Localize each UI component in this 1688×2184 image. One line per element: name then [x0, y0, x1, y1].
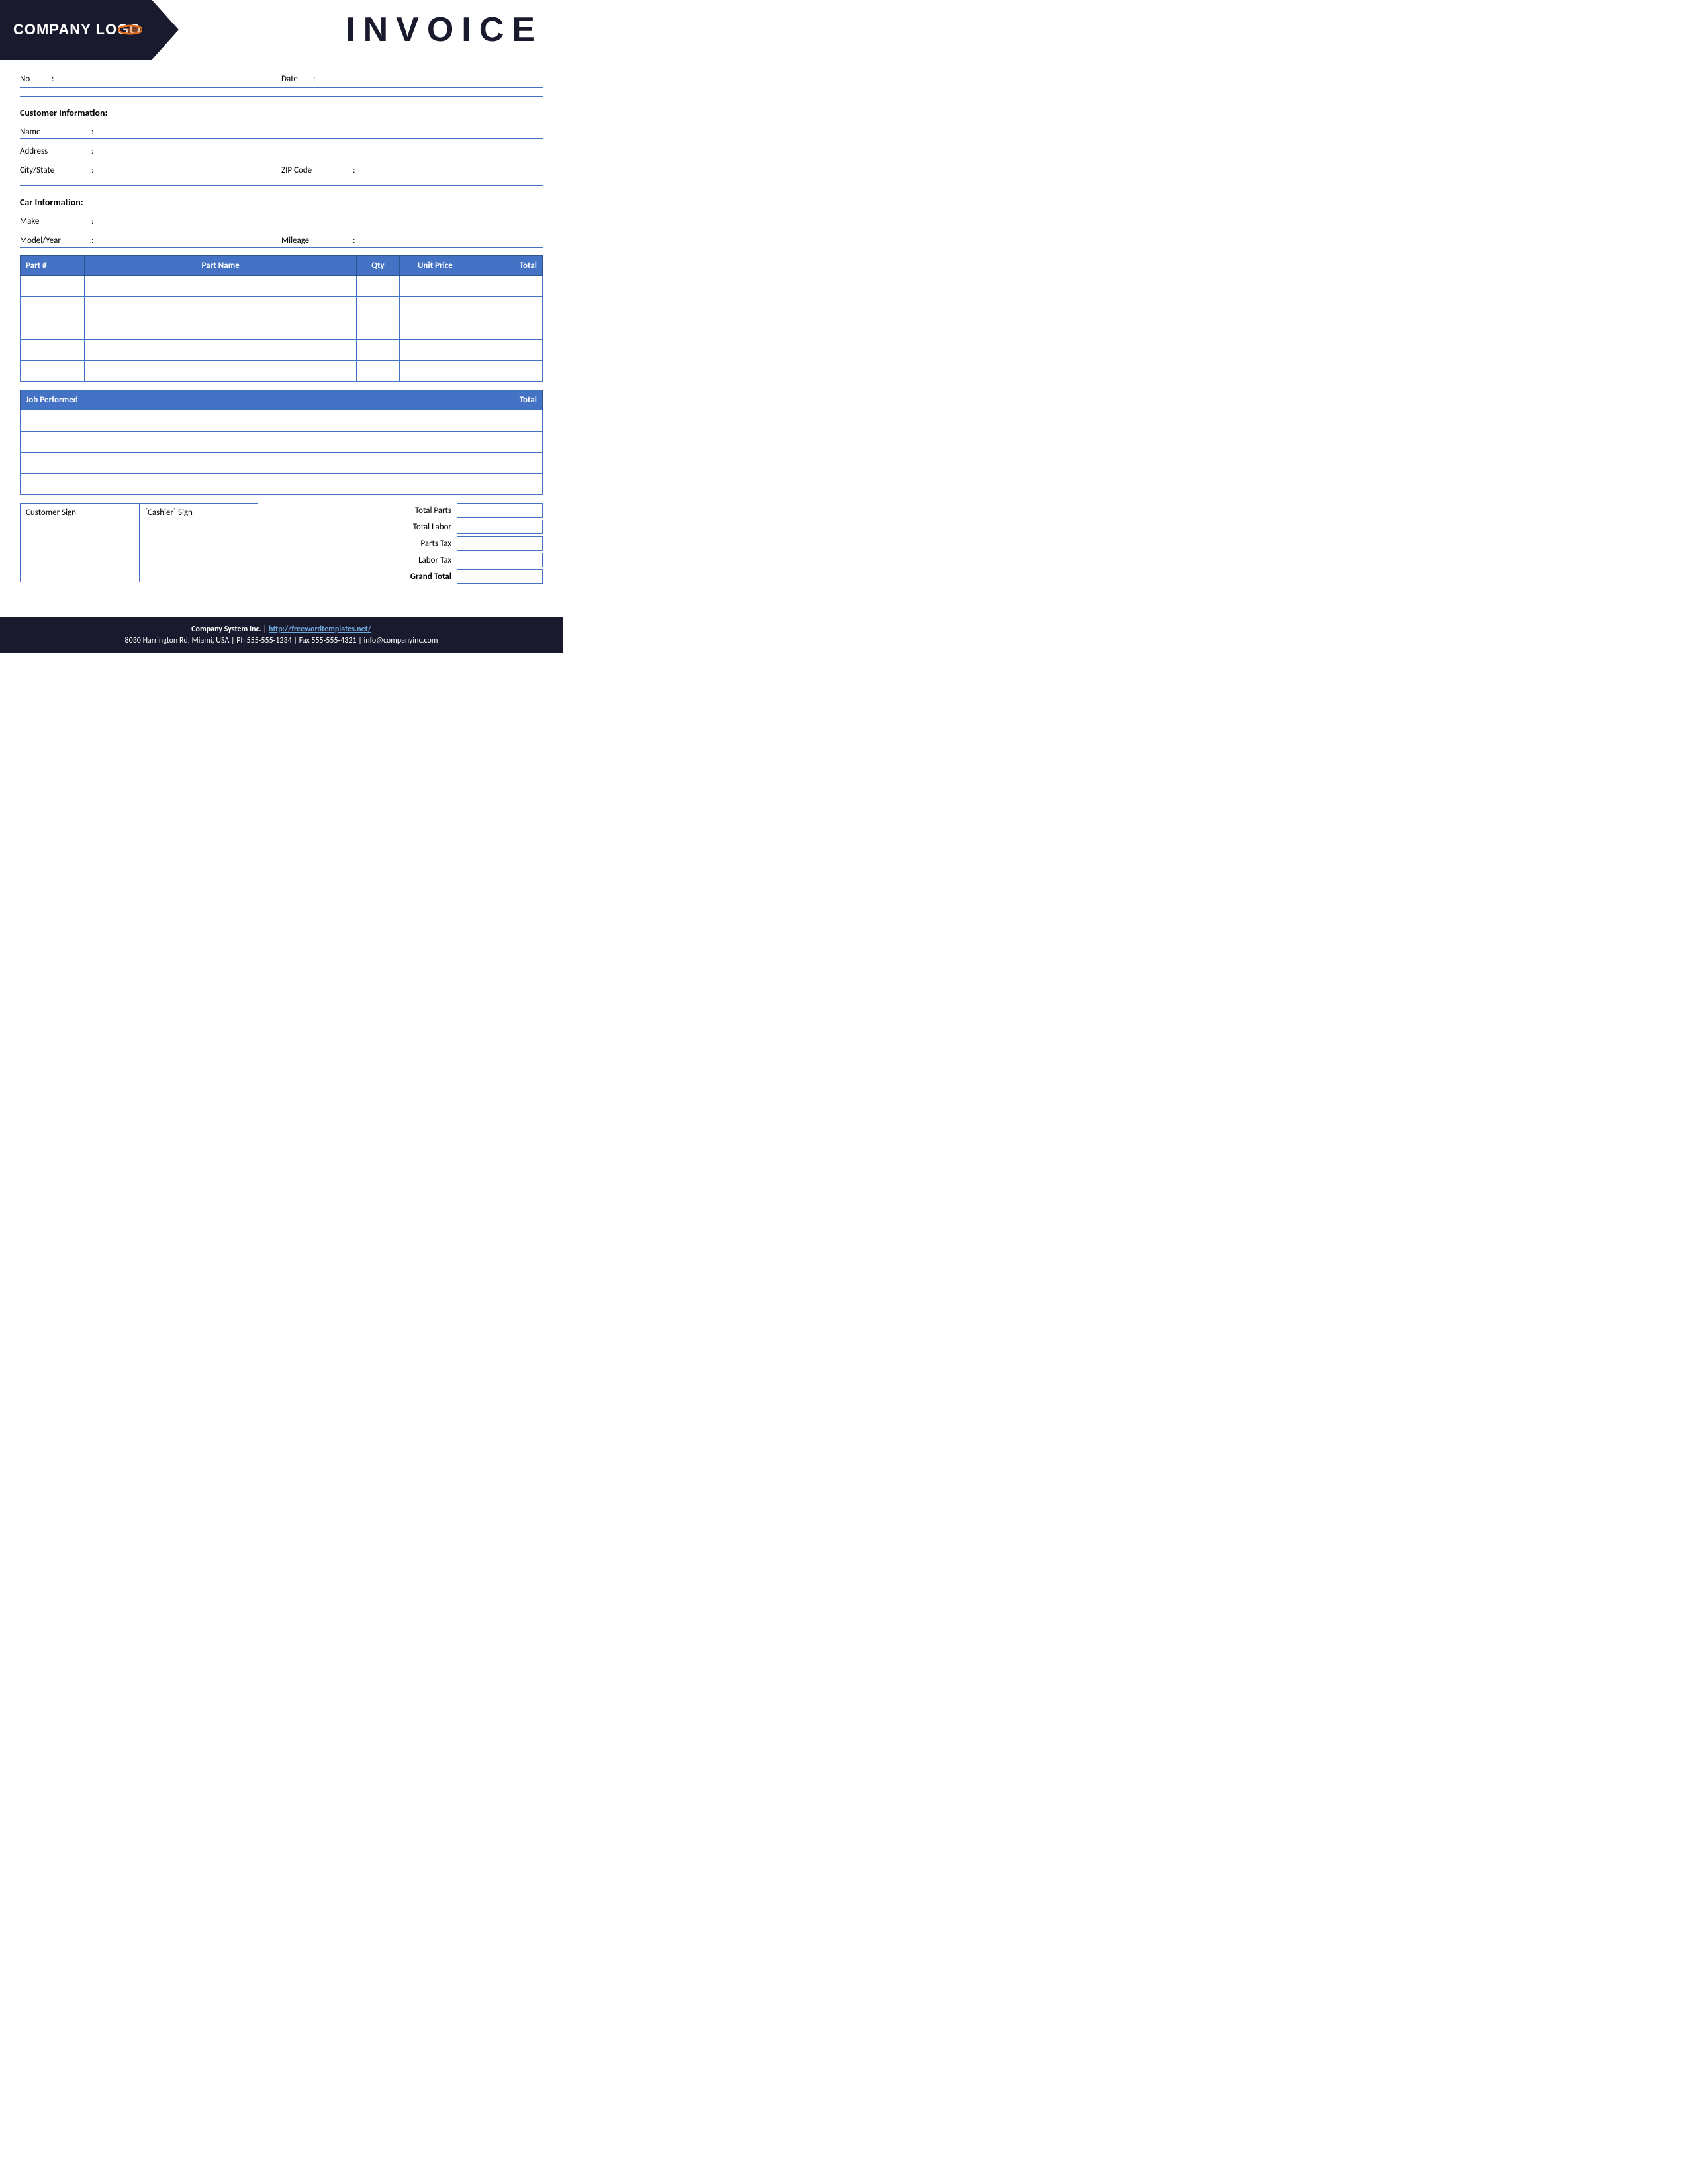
signature-area: Customer Sign [Cashier] Sign: [20, 503, 275, 584]
footer-line1: Company System Inc. | http://freewordtem…: [13, 625, 549, 634]
no-date-row: No : Date :: [20, 73, 543, 88]
city-value[interactable]: [99, 163, 281, 175]
make-value[interactable]: [99, 214, 543, 226]
invoice-title-area: INVOICE: [179, 0, 563, 60]
parts-col-name: Part Name: [85, 256, 357, 276]
cashier-sign-label: [Cashier] Sign: [145, 508, 193, 518]
mileage-value[interactable]: [360, 234, 543, 246]
cashier-sign-box: [Cashier] Sign: [139, 503, 258, 582]
footer-line2: 8030 Harrington Rd, Miami, USA | Ph 555-…: [13, 636, 549, 645]
grand-total-label: Grand Total: [385, 572, 451, 582]
customer-name-row: Name :: [20, 121, 543, 139]
footer-company: Company System Inc. |: [191, 625, 269, 634]
header: COMPANY LOGO INVOICE: [0, 0, 563, 60]
customer-address-row: Address :: [20, 140, 543, 158]
zip-value[interactable]: [360, 163, 543, 175]
car-model-row: Model/Year : Mileage :: [20, 230, 543, 248]
name-value[interactable]: [99, 125, 543, 137]
total-labor-row: Total Labor: [288, 520, 543, 534]
car-section-title: Car Information:: [20, 197, 543, 208]
customer-section-title: Customer Information:: [20, 107, 543, 118]
model-label: Model/Year: [20, 236, 86, 246]
customer-city-field: City/State :: [20, 163, 281, 175]
table-row: [21, 410, 543, 432]
date-label: Date: [281, 74, 308, 84]
car-model-field: Model/Year :: [20, 234, 281, 246]
labor-tax-row: Labor Tax: [288, 553, 543, 567]
zip-label: ZIP Code: [281, 165, 348, 175]
customer-sign-label: Customer Sign: [26, 508, 76, 518]
parts-tax-row: Parts Tax: [288, 536, 543, 551]
address-value[interactable]: [99, 144, 543, 156]
customer-sep: [20, 96, 543, 97]
labor-tax-label: Labor Tax: [385, 555, 451, 565]
address-label: Address: [20, 146, 86, 156]
content-area: No : Date : Customer Information: Name :…: [0, 73, 563, 597]
total-parts-label: Total Parts: [385, 506, 451, 516]
car-mileage-field: Mileage :: [281, 234, 543, 246]
total-labor-box[interactable]: [457, 520, 543, 534]
date-value[interactable]: [320, 73, 543, 85]
totals-area: Total Parts Total Labor Parts Tax Labor …: [288, 503, 543, 584]
grand-total-box[interactable]: [457, 569, 543, 584]
car-make-field: Make :: [20, 214, 543, 226]
table-row: [21, 276, 543, 297]
job-col-total: Total: [461, 390, 543, 410]
logo-icon: [118, 23, 142, 37]
city-label: City/State: [20, 165, 86, 175]
parts-col-unit: Unit Price: [399, 256, 471, 276]
footer-link[interactable]: http://freewordtemplates.net/: [269, 625, 371, 634]
mileage-label: Mileage: [281, 236, 348, 246]
table-row: [21, 340, 543, 361]
table-row: [21, 297, 543, 318]
no-field: No :: [20, 73, 281, 85]
car-sep: [20, 185, 543, 186]
parts-tax-label: Parts Tax: [385, 539, 451, 549]
footer: Company System Inc. | http://freewordtem…: [0, 617, 563, 653]
table-row: [21, 453, 543, 474]
date-field: Date :: [281, 73, 543, 85]
table-row: [21, 474, 543, 495]
parts-col-qty: Qty: [356, 256, 399, 276]
no-value[interactable]: [59, 73, 281, 85]
total-labor-label: Total Labor: [385, 522, 451, 532]
customer-address-field: Address :: [20, 144, 543, 156]
parts-col-part: Part #: [21, 256, 85, 276]
parts-col-total: Total: [471, 256, 542, 276]
logo-area: COMPANY LOGO: [0, 0, 179, 60]
table-row: [21, 318, 543, 340]
total-parts-row: Total Parts: [288, 503, 543, 518]
parts-tax-box[interactable]: [457, 536, 543, 551]
parts-table: Part # Part Name Qty Unit Price Total: [20, 255, 543, 382]
no-label: No: [20, 74, 46, 84]
bottom-section: Customer Sign [Cashier] Sign Total Parts…: [20, 503, 543, 584]
name-label: Name: [20, 127, 86, 137]
job-table: Job Performed Total: [20, 390, 543, 495]
model-value[interactable]: [99, 234, 281, 246]
customer-sign-box: Customer Sign: [20, 503, 139, 582]
total-parts-box[interactable]: [457, 503, 543, 518]
invoice-title: INVOICE: [346, 10, 543, 50]
customer-citystate-row: City/State : ZIP Code :: [20, 159, 543, 177]
customer-zip-field: ZIP Code :: [281, 163, 543, 175]
customer-name-field: Name :: [20, 125, 543, 137]
car-make-row: Make :: [20, 210, 543, 228]
table-row: [21, 361, 543, 382]
make-label: Make: [20, 216, 86, 226]
job-col-job: Job Performed: [21, 390, 461, 410]
table-row: [21, 432, 543, 453]
labor-tax-box[interactable]: [457, 553, 543, 567]
grand-total-row: Grand Total: [288, 569, 543, 584]
